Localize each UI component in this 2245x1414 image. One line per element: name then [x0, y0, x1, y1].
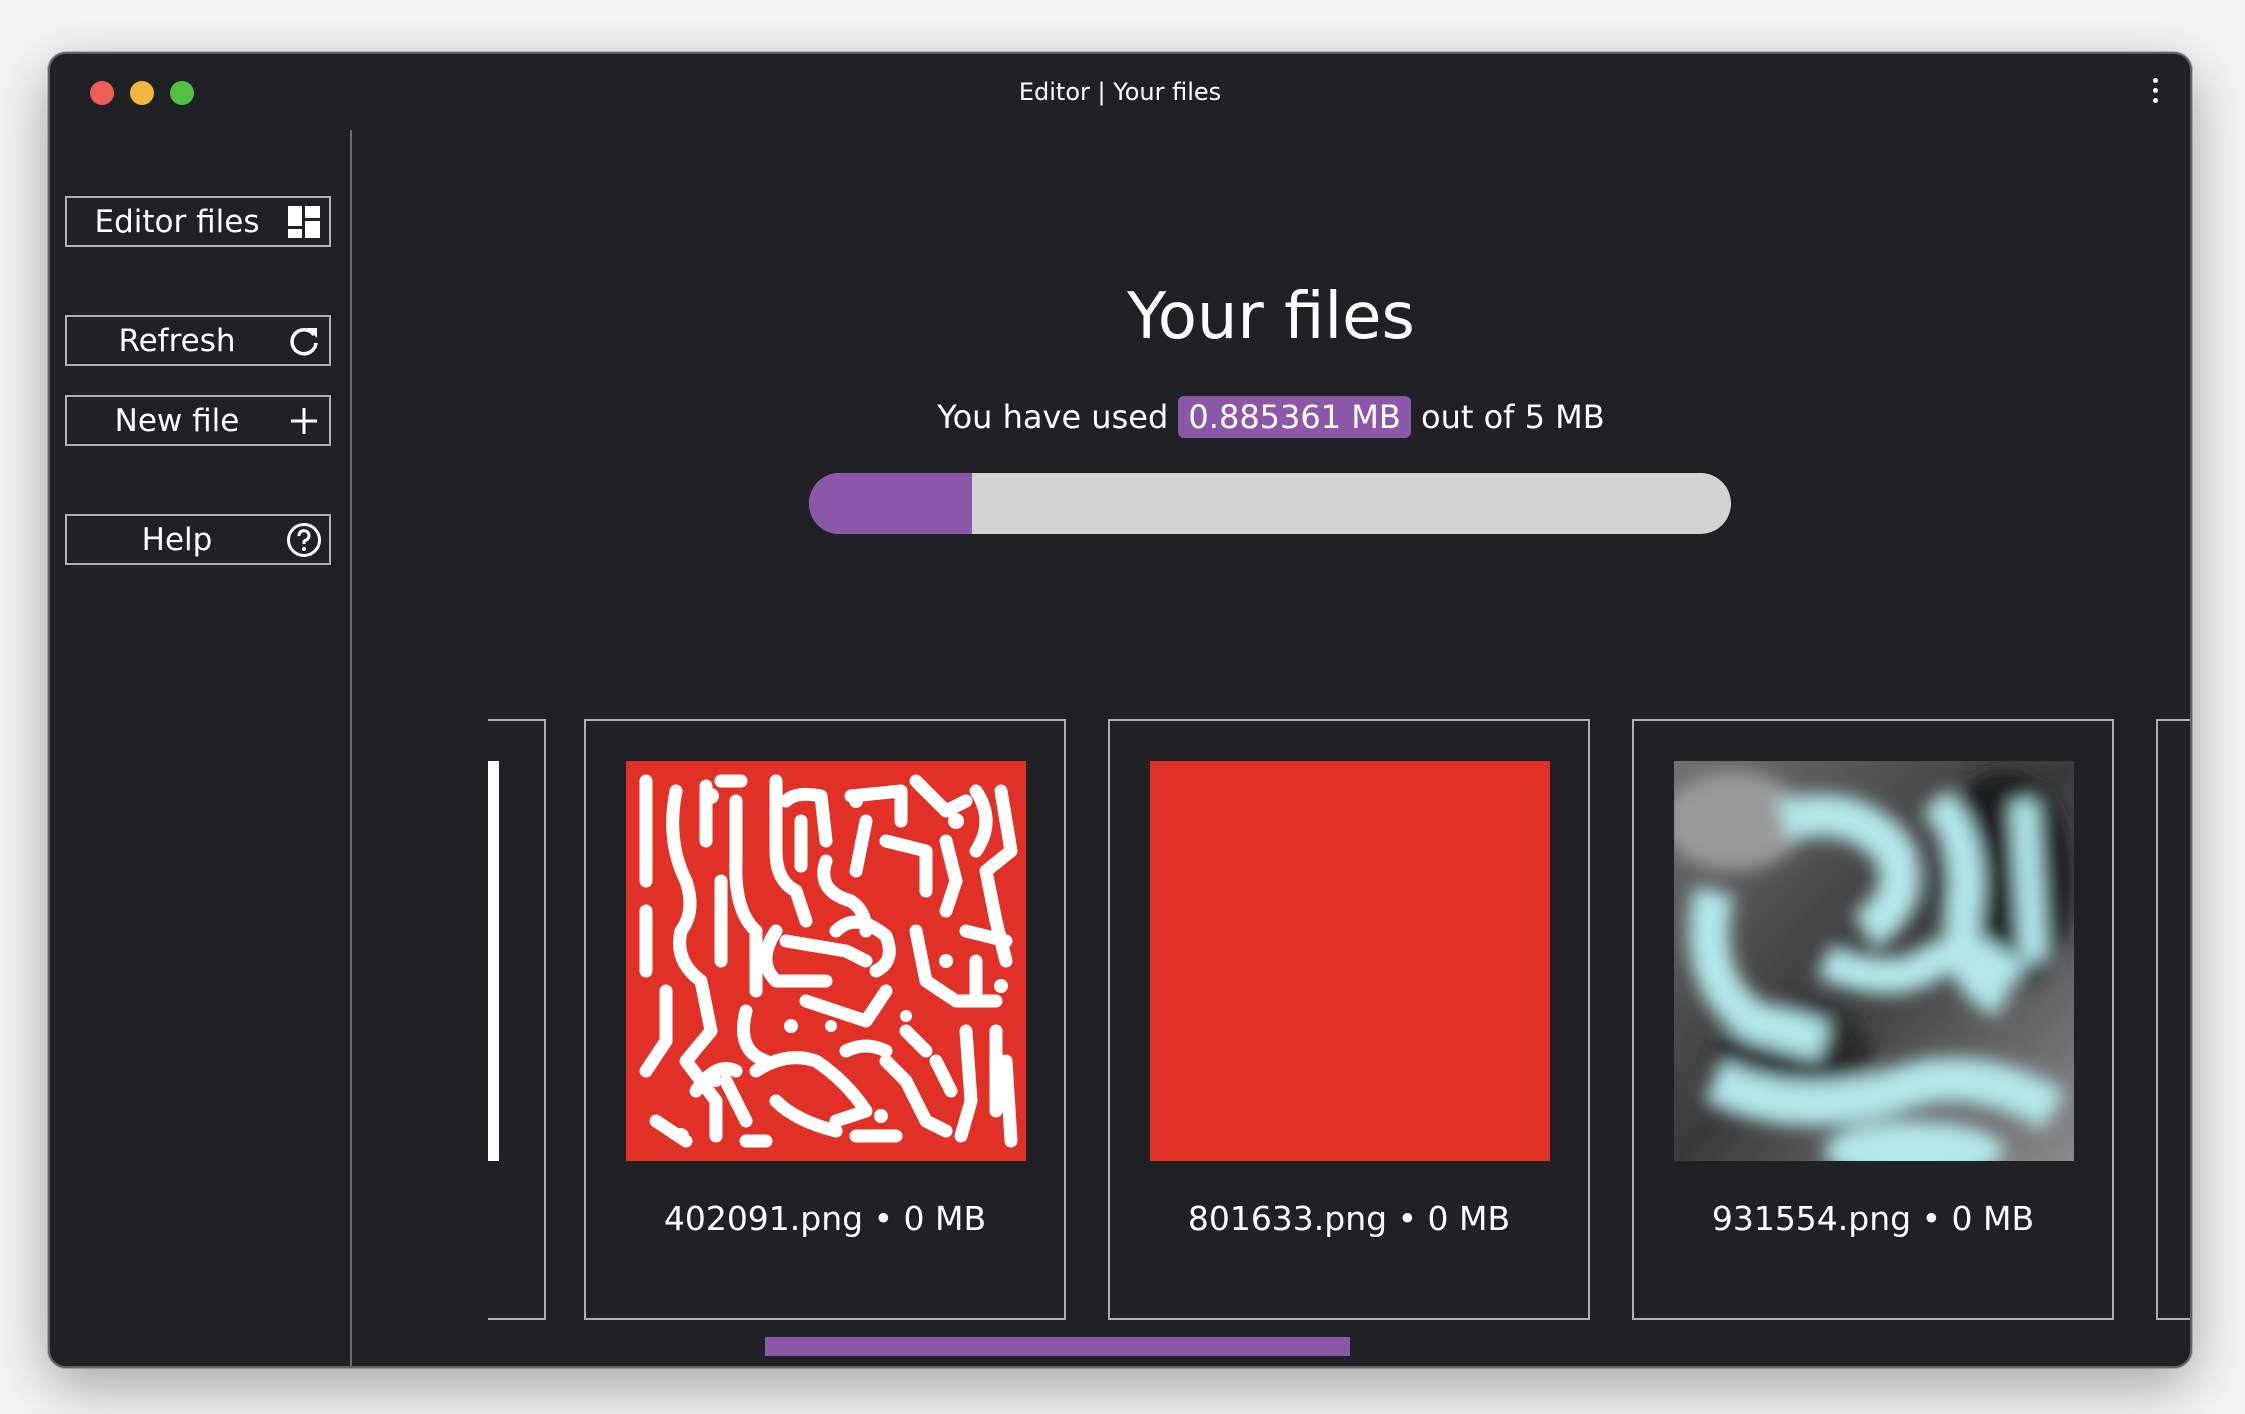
file-card-label: 931554.png • 0 MB — [1711, 1199, 2035, 1238]
storage-progress-fill — [809, 473, 973, 534]
new-file-label: New file — [114, 402, 240, 439]
grid-icon — [279, 198, 329, 245]
editor-files-button[interactable]: Editor files — [65, 196, 331, 247]
help-icon — [279, 516, 329, 563]
storage-progress-bar — [809, 473, 1731, 534]
usage-used-badge: 0.885361 MB — [1178, 396, 1411, 438]
file-card-label: 801633.png • 0 MB — [1187, 1199, 1511, 1238]
app-window: Editor | Your files Editor files Refresh — [48, 52, 2192, 1368]
file-card-label: 402091.png • 0 MB — [663, 1199, 987, 1238]
page-title: Your files — [1127, 280, 1415, 354]
refresh-label: Refresh — [118, 322, 236, 359]
refresh-button[interactable]: Refresh — [65, 315, 331, 366]
help-label: Help — [141, 521, 213, 558]
help-button[interactable]: Help — [65, 514, 331, 565]
horizontal-scrollbar[interactable] — [765, 1337, 1350, 1356]
file-card-partial-right[interactable] — [2156, 719, 2190, 1320]
main-content: Your files You have used 0.885361 MB out… — [352, 130, 2190, 1366]
usage-suffix: out of 5 MB — [1421, 398, 1605, 436]
plus-icon — [279, 397, 329, 444]
file-thumbnail — [1150, 761, 1550, 1161]
file-card[interactable]: 402091.png • 0 MB — [584, 719, 1066, 1320]
sidebar: Editor files Refresh New file Help — [50, 130, 352, 1366]
file-thumbnail — [626, 761, 1026, 1161]
new-file-button[interactable]: New file — [65, 395, 331, 446]
file-card-partial-left[interactable] — [488, 719, 546, 1320]
file-thumbnail-partial — [488, 761, 499, 1161]
window-title: Editor | Your files — [1018, 78, 1222, 106]
title-bar: Editor | Your files — [50, 54, 2190, 130]
refresh-icon — [279, 317, 329, 364]
editor-files-label: Editor files — [94, 203, 260, 240]
more-options-icon[interactable] — [2150, 78, 2160, 110]
storage-usage-text: You have used 0.885361 MB out of 5 MB — [352, 396, 2190, 438]
usage-prefix: You have used — [937, 398, 1169, 436]
file-thumbnail — [1674, 761, 2074, 1161]
file-card[interactable]: 801633.png • 0 MB — [1108, 719, 1590, 1320]
file-card[interactable]: 931554.png • 0 MB — [1632, 719, 2114, 1320]
